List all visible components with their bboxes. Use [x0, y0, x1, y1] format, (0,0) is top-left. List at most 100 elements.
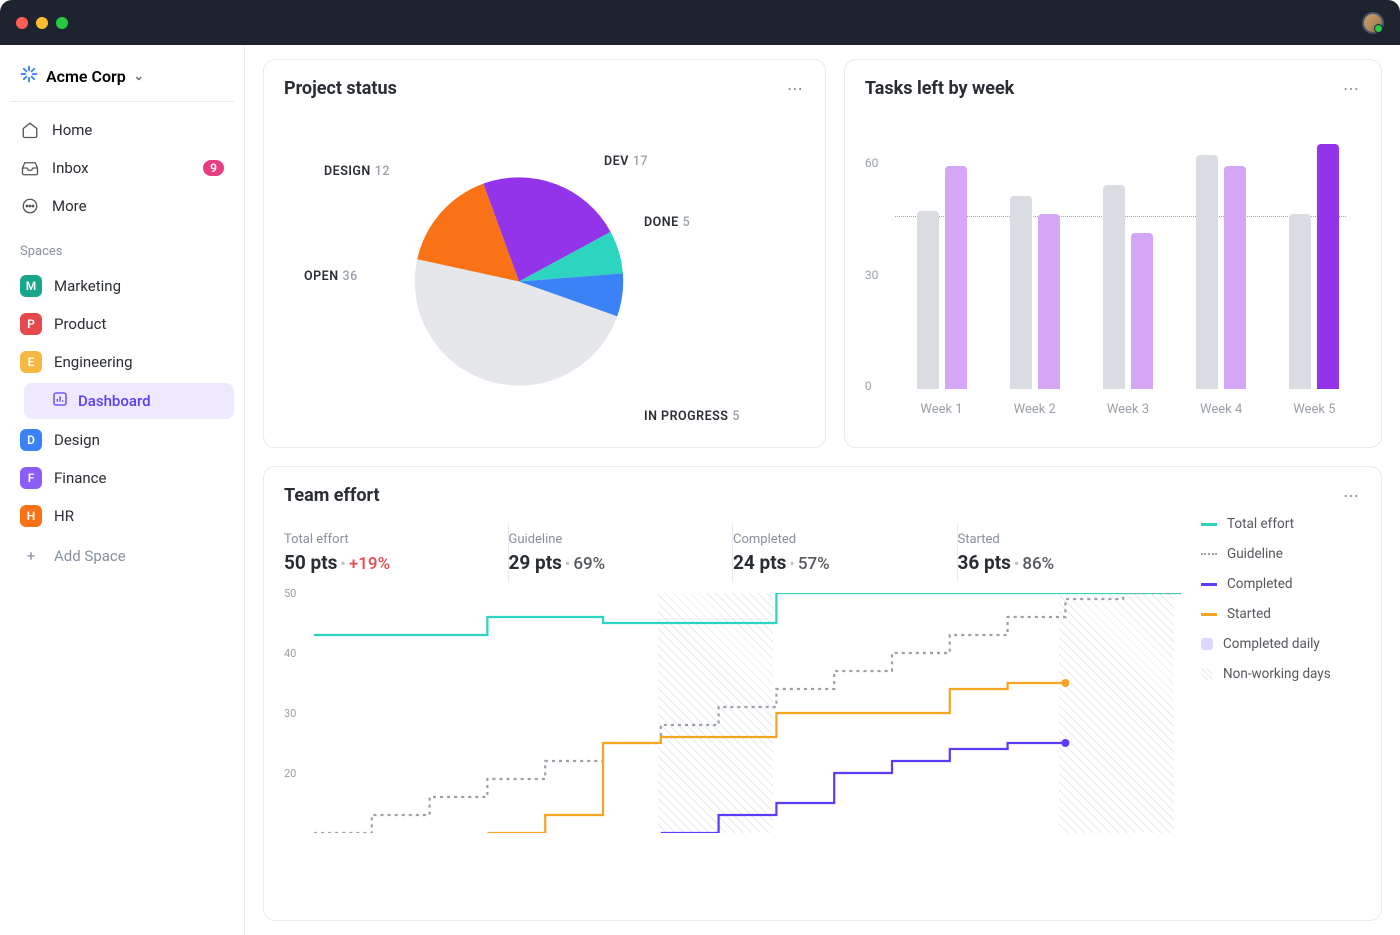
metric-value: 24 pts [733, 551, 786, 574]
inbox-icon [20, 158, 40, 178]
bar [1038, 214, 1060, 389]
legend-item: Guideline [1201, 546, 1361, 562]
card-menu-button[interactable]: ⋯ [787, 79, 805, 98]
space-icon: D [20, 429, 42, 451]
workspace-switcher[interactable]: Acme Corp ⌄ [10, 57, 234, 102]
sidebar-item-dashboard[interactable]: Dashboard [24, 383, 234, 419]
bar [1317, 144, 1339, 389]
pie-label: IN PROGRESS5 [644, 409, 740, 424]
plus-icon: + [20, 545, 42, 567]
bar-category-label: Week 1 [920, 402, 962, 417]
pie-label: DONE5 [644, 215, 690, 230]
bar-category-label: Week 5 [1293, 402, 1335, 417]
add-space-label: Add Space [54, 547, 126, 565]
metric-label: Completed [733, 532, 957, 547]
space-item-engineering[interactable]: E Engineering [10, 343, 234, 381]
space-item-label: Product [54, 315, 106, 333]
space-item-product[interactable]: PProduct [10, 305, 234, 343]
axis-tick: 30 [865, 268, 879, 282]
nav-more[interactable]: More [10, 188, 234, 224]
axis-tick: 0 [865, 379, 872, 393]
nav-more-label: More [52, 197, 87, 215]
metric-value: 29 pts [509, 551, 562, 574]
sidebar-item-label: Dashboard [78, 392, 151, 410]
bar [917, 211, 939, 389]
space-icon: E [20, 351, 42, 373]
space-icon: M [20, 275, 42, 297]
tasks-left-chart: 0 30 60 Week 1 Week 2 Week 3 Week 4 Week 5 [865, 109, 1361, 429]
space-item-hr[interactable]: H HR [10, 497, 234, 535]
add-space-button[interactable]: + Add Space [10, 535, 234, 577]
metric-value: 36 pts [958, 551, 1011, 574]
legend-item: Completed [1201, 576, 1361, 592]
bar [1224, 166, 1246, 389]
bar [945, 166, 967, 389]
metric-label: Started [958, 532, 1182, 547]
bar-category-label: Week 4 [1200, 402, 1242, 417]
chevron-down-icon: ⌄ [134, 69, 144, 83]
pie-label: OPEN36 [304, 269, 358, 284]
maximize-window-icon[interactable] [56, 17, 68, 29]
metric-pct: +19% [349, 554, 390, 574]
metric: Guideline 29 pts•69% [509, 524, 734, 582]
workspace-name: Acme Corp [46, 67, 126, 86]
spaces-section-label: Spaces [10, 226, 234, 267]
space-item-label: Design [54, 431, 100, 449]
main-content: Project status ⋯ DEV17DONE5IN PROGRESS5O… [245, 45, 1400, 935]
metric-pct: 69% [573, 554, 605, 574]
tasks-left-card: Tasks left by week ⋯ 0 30 60 Week 1 Week 2 W… [844, 59, 1382, 448]
project-status-chart: DEV17 DONE5 IN PROGRESS5 OPEN36 DESIGN12 [284, 109, 805, 429]
metric-label: Total effort [284, 532, 508, 547]
space-item-label: Marketing [54, 277, 121, 295]
legend-label: Started [1227, 606, 1271, 622]
axis-tick: 40 [284, 647, 296, 660]
tasks-left-title: Tasks left by week [865, 78, 1014, 99]
card-menu-button[interactable]: ⋯ [1343, 486, 1361, 505]
nav-inbox[interactable]: Inbox 9 [10, 150, 234, 186]
space-item-label: HR [54, 507, 74, 525]
metric: Completed 24 pts•57% [733, 524, 958, 582]
window-controls [16, 17, 68, 29]
axis-tick: 60 [865, 156, 879, 170]
space-item-label: Engineering [54, 353, 133, 371]
minimize-window-icon[interactable] [36, 17, 48, 29]
legend-item: Completed daily [1201, 636, 1361, 652]
legend-label: Completed daily [1223, 636, 1320, 652]
legend-item: Non-working days [1201, 666, 1361, 682]
space-item-label: Finance [54, 469, 106, 487]
pie-label: DESIGN12 [324, 164, 390, 179]
space-item-design[interactable]: D Design [10, 421, 234, 459]
nav-inbox-label: Inbox [52, 159, 89, 177]
card-menu-button[interactable]: ⋯ [1343, 79, 1361, 98]
dashboard-icon [52, 391, 68, 411]
bar-category-label: Week 2 [1014, 402, 1056, 417]
team-effort-title: Team effort [284, 485, 380, 506]
metric-label: Guideline [509, 532, 733, 547]
pie-label: DEV17 [604, 154, 648, 169]
project-status-card: Project status ⋯ DEV17DONE5IN PROGRESS5O… [263, 59, 826, 448]
bar [1010, 196, 1032, 389]
bar [1131, 233, 1153, 389]
close-window-icon[interactable] [16, 17, 28, 29]
axis-tick: 30 [284, 707, 296, 720]
space-item-marketing[interactable]: M Marketing [10, 267, 234, 305]
space-icon: H [20, 505, 42, 527]
legend-label: Non-working days [1223, 666, 1331, 682]
bar [1103, 185, 1125, 389]
user-avatar[interactable] [1362, 12, 1384, 34]
axis-tick: 50 [284, 587, 296, 600]
team-effort-metrics: Total effort 50 pts•+19%Guideline 29 pts… [284, 524, 1181, 583]
bar [1289, 214, 1311, 389]
space-item-finance[interactable]: FFinance [10, 459, 234, 497]
bar [1196, 155, 1218, 389]
inbox-badge: 9 [203, 160, 224, 176]
legend-item: Total effort [1201, 516, 1361, 532]
workspace-logo-icon [20, 65, 38, 87]
spaces-list: M Marketing PProduct E Engineering Dashboard D… [10, 267, 234, 535]
metric-value: 50 pts [284, 551, 337, 574]
bar-category-label: Week 3 [1107, 402, 1149, 417]
nav-home[interactable]: Home [10, 112, 234, 148]
team-effort-legend: Total effort Guideline Completed Started Com… [1181, 516, 1361, 833]
home-icon [20, 120, 40, 140]
legend-label: Total effort [1227, 516, 1294, 532]
